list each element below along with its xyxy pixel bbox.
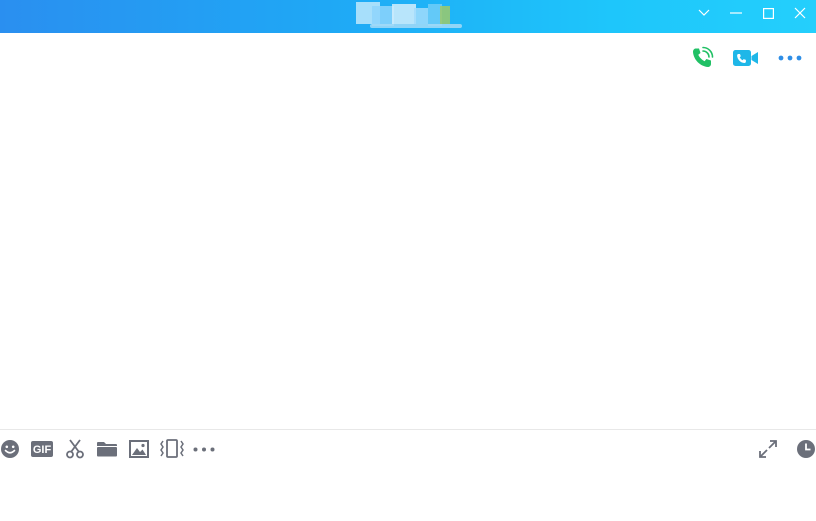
scissors-icon	[66, 439, 84, 459]
chat-window: GIF	[0, 0, 816, 521]
more-dots-icon	[193, 447, 215, 451]
send-file-button[interactable]	[95, 437, 119, 461]
folder-icon	[97, 442, 117, 457]
gif-label: GIF	[33, 444, 52, 456]
message-input-area	[0, 466, 816, 521]
chat-history-button[interactable]	[794, 437, 816, 461]
title-bar[interactable]	[0, 0, 816, 33]
minimize-button[interactable]	[720, 0, 752, 26]
shake-window-icon	[160, 439, 184, 458]
video-camera-icon	[733, 50, 758, 66]
message-input[interactable]	[0, 466, 816, 521]
shake-window-button[interactable]	[160, 437, 184, 461]
video-call-button[interactable]	[724, 44, 768, 72]
expand-input-button[interactable]	[756, 437, 780, 461]
gif-icon: GIF	[31, 441, 53, 457]
toolbar-more-button[interactable]	[192, 437, 216, 461]
maximize-button[interactable]	[752, 0, 784, 26]
more-options-button[interactable]	[768, 44, 812, 72]
voice-call-button[interactable]	[680, 44, 724, 72]
minimize-icon	[730, 12, 742, 14]
image-icon	[129, 440, 149, 458]
window-controls	[688, 0, 816, 26]
phone-call-icon	[693, 46, 714, 67]
more-dots-icon	[778, 55, 802, 61]
message-area[interactable]	[0, 80, 816, 428]
screenshot-button[interactable]	[63, 437, 87, 461]
input-toolbar: GIF	[0, 437, 816, 461]
blurred-title	[356, 0, 462, 29]
clock-icon	[797, 440, 815, 458]
gif-button[interactable]: GIF	[30, 437, 54, 461]
close-icon	[794, 7, 806, 19]
dropdown-button[interactable]	[688, 0, 720, 26]
close-button[interactable]	[784, 0, 816, 26]
emoji-button[interactable]	[0, 437, 22, 461]
chat-header-actions	[680, 44, 812, 72]
maximize-icon	[762, 7, 774, 19]
emoji-icon	[1, 440, 19, 458]
send-image-button[interactable]	[127, 437, 151, 461]
input-divider	[0, 429, 816, 430]
expand-icon	[759, 440, 777, 458]
chevron-down-icon	[698, 9, 710, 16]
